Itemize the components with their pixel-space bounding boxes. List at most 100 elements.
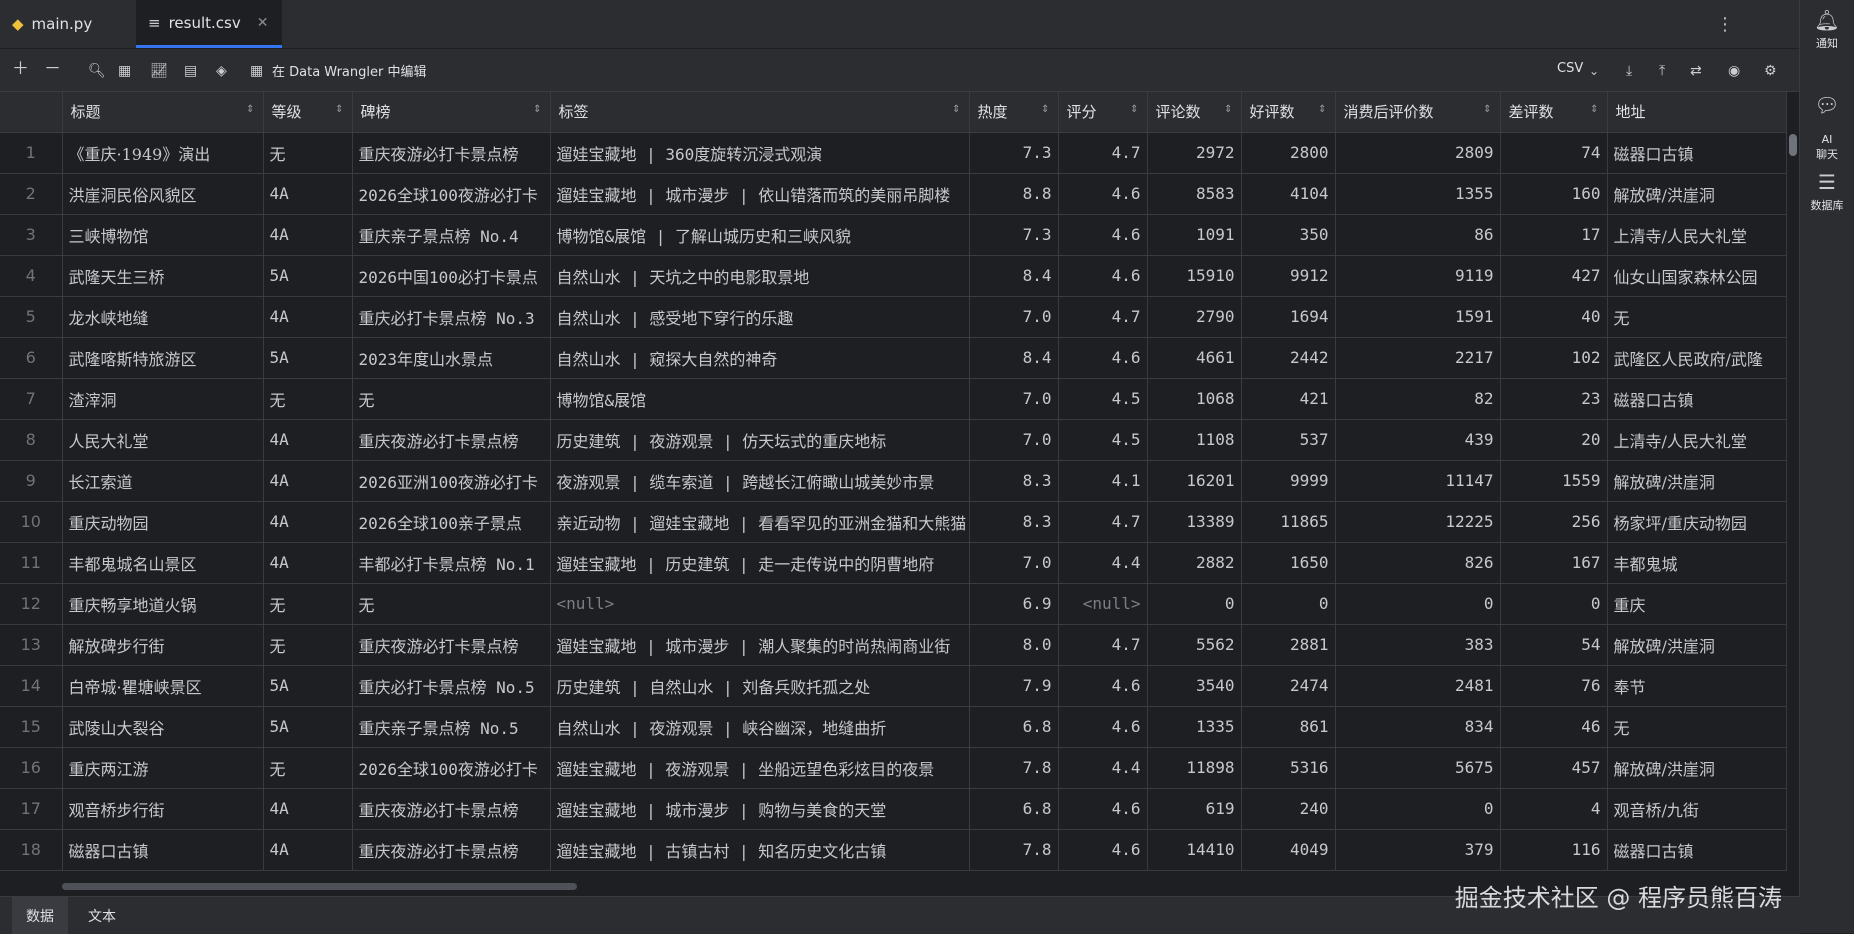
table-row[interactable]: 13 解放碑步行街无重庆夜游必打卡景点榜 遛娃宝藏地 | 城市漫步 | 潮人聚集的时… — [0, 624, 1787, 666]
table-cell[interactable]: 240 — [1241, 788, 1336, 830]
table-cell[interactable]: 龙水峡地缝 — [62, 296, 264, 338]
tab-text[interactable]: 文本 — [74, 897, 130, 934]
table-cell[interactable]: 0 — [1241, 583, 1336, 625]
table-cell[interactable]: 杨家坪/重庆动物园 — [1607, 501, 1787, 543]
table-cell[interactable]: 4.6 — [1058, 173, 1148, 215]
table-row[interactable]: 1 《重庆·1949》演出无重庆夜游必打卡景点榜 遛娃宝藏地 | 360度旋转沉浸式… — [0, 132, 1787, 174]
table-cell[interactable]: 重庆必打卡景点榜 No.5 — [352, 665, 551, 707]
table-cell[interactable]: 5A — [263, 255, 353, 297]
table-cell[interactable]: 无 — [263, 132, 353, 174]
table-cell[interactable]: 4.6 — [1058, 665, 1148, 707]
table-cell[interactable]: 2882 — [1147, 542, 1242, 584]
table-cell[interactable]: 遛娃宝藏地 | 城市漫步 | 购物与美食的天堂 — [550, 788, 970, 830]
table-cell[interactable]: <null> — [1058, 583, 1148, 625]
table-cell[interactable]: 7.3 — [969, 214, 1059, 256]
table-cell[interactable]: 383 — [1335, 624, 1501, 666]
table-cell[interactable]: 74 — [1500, 132, 1608, 174]
table-cell[interactable]: 4A — [263, 460, 353, 502]
table-cell[interactable]: 4.6 — [1058, 706, 1148, 748]
table-cell[interactable]: 5316 — [1241, 747, 1336, 789]
table-cell[interactable]: 2972 — [1147, 132, 1242, 174]
table-cell[interactable]: 重庆畅享地道火锅 — [62, 583, 264, 625]
table-cell[interactable]: 博物馆&展馆 | 了解山城历史和三峡风貌 — [550, 214, 970, 256]
table-cell[interactable]: 无 — [352, 583, 551, 625]
table-cell[interactable]: 20 — [1500, 419, 1608, 461]
table-cell[interactable]: 上清寺/人民大礼堂 — [1607, 419, 1787, 461]
table-cell[interactable]: 23 — [1500, 378, 1608, 420]
data-wrangler-button[interactable]: 在 Data Wrangler 中编辑 — [272, 61, 426, 80]
data-wrangler-icon[interactable]: ▦ — [250, 61, 263, 81]
table-cell[interactable]: 遛娃宝藏地 | 夜游观景 | 坐船远望色彩炫目的夜景 — [550, 747, 970, 789]
table-cell[interactable]: 4.7 — [1058, 501, 1148, 543]
table-cell[interactable]: 102 — [1500, 337, 1608, 379]
table-cell[interactable]: 丰都鬼城 — [1607, 542, 1787, 584]
search-icon[interactable]: 🔍︎ — [88, 61, 106, 81]
table-row[interactable]: 16 重庆两江游无 2026全球100夜游必打卡 遛娃宝藏地 | 夜游观景 | 坐船远… — [0, 747, 1787, 789]
table-row[interactable]: 11 丰都鬼城名山景区 4A 丰都必打卡景点榜 No.1 遛娃宝藏地 | 历史建筑 | … — [0, 542, 1787, 584]
table-cell[interactable]: 2790 — [1147, 296, 1242, 338]
table-cell[interactable]: 2026全球100夜游必打卡 — [352, 747, 551, 789]
table-cell[interactable]: 11865 — [1241, 501, 1336, 543]
table-icon[interactable]: ▤ — [184, 61, 197, 81]
table-cell[interactable]: 4.6 — [1058, 255, 1148, 297]
table-cell[interactable]: 7.0 — [969, 542, 1059, 584]
table-row[interactable]: 3 三峡博物馆 4A 重庆亲子景点榜 No.4 博物馆&展馆 | 了解山城历史和三峡风貌… — [0, 214, 1787, 256]
table-cell[interactable]: 武陵山大裂谷 — [62, 706, 264, 748]
paint-icon[interactable]: ◈ — [216, 61, 227, 81]
table-cell[interactable]: 重庆动物园 — [62, 501, 264, 543]
table-cell[interactable]: 2481 — [1335, 665, 1501, 707]
table-cell[interactable]: 1335 — [1147, 706, 1242, 748]
table-cell[interactable]: 86 — [1335, 214, 1501, 256]
table-cell[interactable]: 4.6 — [1058, 337, 1148, 379]
table-cell[interactable]: 仙女山国家森林公园 — [1607, 255, 1787, 297]
table-row[interactable]: 18 磁器口古镇 4A 重庆夜游必打卡景点榜 遛娃宝藏地 | 古镇古村 | 知名历史文化… — [0, 829, 1787, 871]
table-cell[interactable]: 重庆 — [1607, 583, 1787, 625]
column-header[interactable]: 地址 — [1607, 92, 1787, 133]
table-cell[interactable]: 武隆区人民政府/武隆 — [1607, 337, 1787, 379]
table-cell[interactable]: 夜游观景 | 缆车索道 | 跨越长江俯瞰山城美妙市景 — [550, 460, 970, 502]
table-cell[interactable]: 9999 — [1241, 460, 1336, 502]
table-cell[interactable]: 博物馆&展馆 — [550, 378, 970, 420]
more-options-icon[interactable]: ⋮ — [1716, 14, 1734, 35]
table-row[interactable]: 5 龙水峡地缝 4A 重庆必打卡景点榜 No.3 自然山水 | 感受地下穿行的乐趣 7.0… — [0, 296, 1787, 338]
table-cell[interactable]: 861 — [1241, 706, 1336, 748]
filter-icon[interactable]: ▦ — [118, 61, 131, 81]
table-row[interactable]: 6 武隆喀斯特旅游区 5A 2023年度山水景点 自然山水 | 窥探大自然的神奇 8.4 4… — [0, 337, 1787, 379]
table-cell[interactable]: 重庆夜游必打卡景点榜 — [352, 788, 551, 830]
table-cell[interactable]: 历史建筑 | 自然山水 | 刘备兵败托孤之处 — [550, 665, 970, 707]
table-cell[interactable]: 遛娃宝藏地 | 城市漫步 | 依山错落而筑的美丽吊脚楼 — [550, 173, 970, 215]
table-cell[interactable]: 834 — [1335, 706, 1501, 748]
table-cell[interactable]: 2026全球100亲子景点 — [352, 501, 551, 543]
table-cell[interactable]: 2474 — [1241, 665, 1336, 707]
upload-icon[interactable]: ⤒ — [1659, 61, 1665, 81]
table-cell[interactable]: 解放碑/洪崖洞 — [1607, 747, 1787, 789]
table-cell[interactable]: 4.6 — [1058, 214, 1148, 256]
sort-icon[interactable]: ⇕ — [1130, 104, 1138, 115]
table-cell[interactable]: 2026中国100必打卡景点 — [352, 255, 551, 297]
table-cell[interactable]: 1108 — [1147, 419, 1242, 461]
sort-icon[interactable]: ⇕ — [246, 104, 254, 115]
table-cell[interactable]: 5A — [263, 665, 353, 707]
table-cell[interactable]: 无 — [1607, 296, 1787, 338]
chart-icon[interactable]: 📈︎ — [150, 61, 168, 81]
table-cell[interactable]: 自然山水 | 窥探大自然的神奇 — [550, 337, 970, 379]
table-cell[interactable]: 4.7 — [1058, 624, 1148, 666]
table-row[interactable]: 17 观音桥步行街 4A 重庆夜游必打卡景点榜 遛娃宝藏地 | 城市漫步 | 购物与美食… — [0, 788, 1787, 830]
table-cell[interactable]: 8.3 — [969, 460, 1059, 502]
table-cell[interactable]: 无 — [1607, 706, 1787, 748]
table-cell[interactable]: 8.4 — [969, 255, 1059, 297]
table-cell[interactable]: 0 — [1335, 788, 1501, 830]
download-icon[interactable]: ⤓ — [1626, 61, 1632, 81]
table-cell[interactable]: 4A — [263, 501, 353, 543]
table-cell[interactable]: 0 — [1335, 583, 1501, 625]
table-cell[interactable]: 2026亚洲100夜游必打卡 — [352, 460, 551, 502]
table-cell[interactable]: 无 — [263, 624, 353, 666]
table-cell[interactable]: 379 — [1335, 829, 1501, 871]
table-cell[interactable]: 1694 — [1241, 296, 1336, 338]
table-cell[interactable]: 遛娃宝藏地 | 360度旋转沉浸式观演 — [550, 132, 970, 174]
tab-main-py[interactable]: ◆ main.py — [0, 0, 128, 48]
column-header[interactable]: 热度 ⇕ — [969, 92, 1059, 133]
table-cell[interactable]: 2023年度山水景点 — [352, 337, 551, 379]
table-cell[interactable]: 1559 — [1500, 460, 1608, 502]
table-cell[interactable]: 观音桥/九街 — [1607, 788, 1787, 830]
